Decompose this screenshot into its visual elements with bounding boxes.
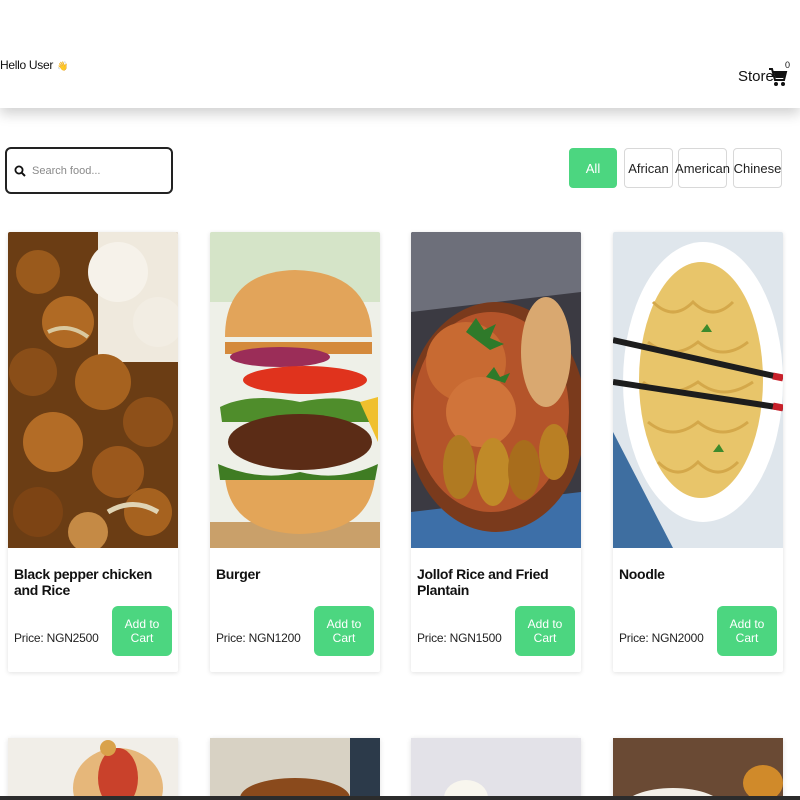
product-card-partial	[210, 738, 380, 800]
greeting: Hello User 👋	[0, 58, 68, 72]
product-name: Burger	[216, 566, 261, 582]
product-image	[411, 232, 581, 548]
product-card: Burger Price: NGN1200 Add to Cart	[210, 232, 380, 672]
product-card: Jollof Rice and Fried Plantain Price: NG…	[411, 232, 581, 672]
product-price: Price: NGN2500	[14, 631, 99, 645]
product-image	[411, 738, 581, 800]
product-price: Price: NGN1500	[417, 631, 502, 645]
product-image	[613, 232, 783, 548]
product-price: Price: NGN1200	[216, 631, 301, 645]
product-image	[210, 738, 380, 800]
filter-chinese-button[interactable]: Chinese	[733, 148, 782, 188]
product-name: Noodle	[619, 566, 665, 582]
product-image	[210, 232, 380, 548]
product-image	[613, 738, 783, 800]
add-to-cart-button[interactable]: Add to Cart	[314, 606, 374, 656]
navbar: Hello User 👋 Store 0	[0, 0, 800, 108]
wave-emoji: 👋	[57, 61, 68, 71]
filter-all-button[interactable]: All	[569, 148, 617, 188]
add-to-cart-button[interactable]: Add to Cart	[515, 606, 575, 656]
product-image	[8, 738, 178, 800]
search-input[interactable]	[32, 164, 162, 177]
filter-american-button[interactable]: American	[675, 148, 730, 188]
product-name: Jollof Rice and Fried Plantain	[417, 566, 549, 598]
product-image	[8, 232, 178, 548]
greeting-text: Hello User	[0, 58, 54, 72]
add-to-cart-button[interactable]: Add to Cart	[717, 606, 777, 656]
search-icon	[14, 165, 26, 177]
search-field[interactable]	[5, 147, 173, 194]
product-price: Price: NGN2000	[619, 631, 704, 645]
bottom-edge	[0, 796, 800, 800]
filter-african-button[interactable]: African	[624, 148, 673, 188]
add-to-cart-button[interactable]: Add to Cart	[112, 606, 172, 656]
product-card-partial	[613, 738, 783, 800]
product-card: Noodle Price: NGN2000 Add to Cart	[613, 232, 783, 672]
product-card-partial	[8, 738, 178, 800]
cart-count-badge: 0	[785, 60, 791, 70]
product-name: Black pepper chicken and Rice	[14, 566, 152, 598]
product-card: Black pepper chicken and Rice Price: NGN…	[8, 232, 178, 672]
product-card-partial	[411, 738, 581, 800]
